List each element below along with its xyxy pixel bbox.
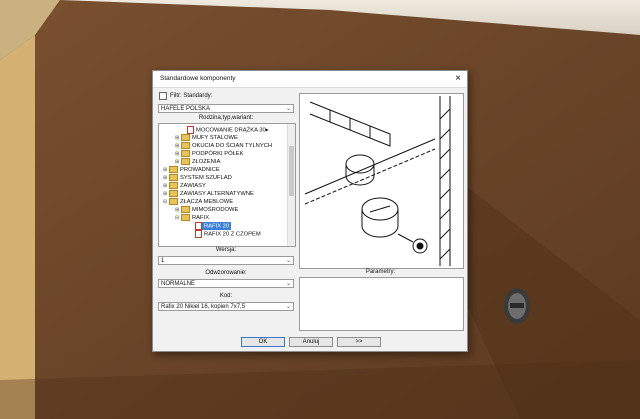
expand-icon[interactable]: ⊟: [175, 214, 180, 222]
tree-item[interactable]: ⊟ ZŁĄCZA MEBLOWE: [163, 198, 233, 206]
scrollbar-thumb[interactable]: [289, 146, 294, 196]
expand-icon[interactable]: ⊞: [163, 174, 168, 182]
parameters-panel[interactable]: [299, 277, 464, 331]
chevron-down-icon: ⌄: [285, 304, 291, 310]
expand-icon[interactable]: ⊞: [175, 142, 180, 150]
filter-checkbox[interactable]: [159, 92, 167, 100]
version-label: Wersja:: [215, 247, 237, 253]
document-icon: [195, 230, 202, 238]
chevron-down-icon: ⌄: [285, 281, 291, 287]
tree-item[interactable]: ⊞ ZAWIASY ALTERNATYWNE: [163, 190, 254, 198]
tree-item[interactable]: RAFIX 20 Z CZOPEM: [195, 230, 261, 238]
version-select[interactable]: 1 ⌄: [158, 256, 294, 265]
expand-icon[interactable]: ⊞: [175, 206, 180, 214]
code-label: Kod:: [219, 293, 233, 299]
folder-icon: [181, 134, 190, 141]
code-select[interactable]: Rafix 20 Nikiel 16, kopien 7x7,5 ⌄: [158, 302, 294, 311]
preview-drawing: [304, 96, 451, 266]
folder-icon: [169, 174, 178, 181]
folder-icon: [169, 182, 178, 189]
dialog-title: Standardowe komponenty: [160, 75, 236, 82]
folder-icon: [181, 150, 190, 157]
expand-icon[interactable]: ⊞: [163, 166, 168, 174]
close-icon[interactable]: ×: [455, 73, 461, 84]
tree-item[interactable]: ⊞ SYSTEM SZUFLAD: [163, 174, 232, 182]
chevron-down-icon: ⌄: [285, 258, 291, 264]
tree-item[interactable]: ⊞ ZAWIASY: [163, 182, 206, 190]
document-icon: [187, 126, 194, 134]
family-label: Rodzina,typ,wariant:: [198, 115, 254, 121]
representation-label: Odwzorowanie:: [205, 270, 247, 276]
folder-icon: [181, 206, 190, 213]
folder-icon: [169, 166, 178, 173]
filter-row[interactable]: Filtr: Standardy:: [159, 92, 212, 100]
standard-components-dialog: Standardowe komponenty × Filtr: Standard…: [152, 70, 468, 352]
chevron-down-icon: ⌄: [285, 106, 291, 112]
tree-item[interactable]: ⊞ MIMOŚRODOWE: [175, 206, 238, 214]
tree-item[interactable]: ⊟ RAFIX: [175, 214, 209, 222]
filter-label: Filtr: Standardy:: [170, 93, 213, 99]
dialog-titlebar[interactable]: Standardowe komponenty ×: [153, 71, 467, 88]
component-tree[interactable]: MOCOWANIE DRĄŻKA 30▸ ⊞ MUFY STALOWE ⊞ OKUC…: [158, 123, 296, 247]
tree-item[interactable]: MOCOWANIE DRĄŻKA 30▸: [187, 126, 269, 134]
representation-select[interactable]: NORMALNE ⌄: [158, 279, 294, 288]
expand-icon[interactable]: ⊟: [163, 198, 168, 206]
expand-icon[interactable]: ⊞: [163, 190, 168, 198]
expand-icon[interactable]: ⊞: [175, 158, 180, 166]
folder-icon: [181, 142, 190, 149]
expand-icon[interactable]: ⊞: [163, 182, 168, 190]
cancel-button[interactable]: Anuluj: [289, 337, 333, 347]
ok-button[interactable]: OK: [241, 337, 285, 347]
component-preview: [299, 93, 464, 269]
tree-item-selected[interactable]: RAFIX 20: [195, 222, 232, 230]
parameters-label: Parametry:: [365, 269, 396, 275]
manufacturer-value: HAFELE POLSKA: [161, 106, 211, 112]
cam-lock-fitting: [504, 288, 530, 324]
folder-icon: [181, 214, 190, 221]
tree-scrollbar[interactable]: [287, 124, 295, 246]
more-button[interactable]: >>: [337, 337, 381, 347]
manufacturer-select[interactable]: HAFELE POLSKA ⌄: [158, 104, 294, 113]
expand-icon[interactable]: ⊞: [175, 134, 180, 142]
document-icon: [195, 222, 202, 230]
tree-item[interactable]: ⊞ OKUCIA DO ŚCIAN TYLNYCH: [175, 142, 272, 150]
tree-item[interactable]: ⊞ PROWADNICE: [163, 166, 220, 174]
tree-item[interactable]: ⊞ MUFY STALOWE: [175, 134, 238, 142]
folder-icon: [169, 190, 178, 197]
tree-item[interactable]: ⊞ PODPÓRKI PÓŁEK: [175, 150, 244, 158]
expand-icon[interactable]: ⊞: [175, 150, 180, 158]
folder-icon: [181, 158, 190, 165]
tree-item[interactable]: ⊞ ZŁOŻENIA: [175, 158, 220, 166]
folder-icon: [169, 198, 178, 205]
